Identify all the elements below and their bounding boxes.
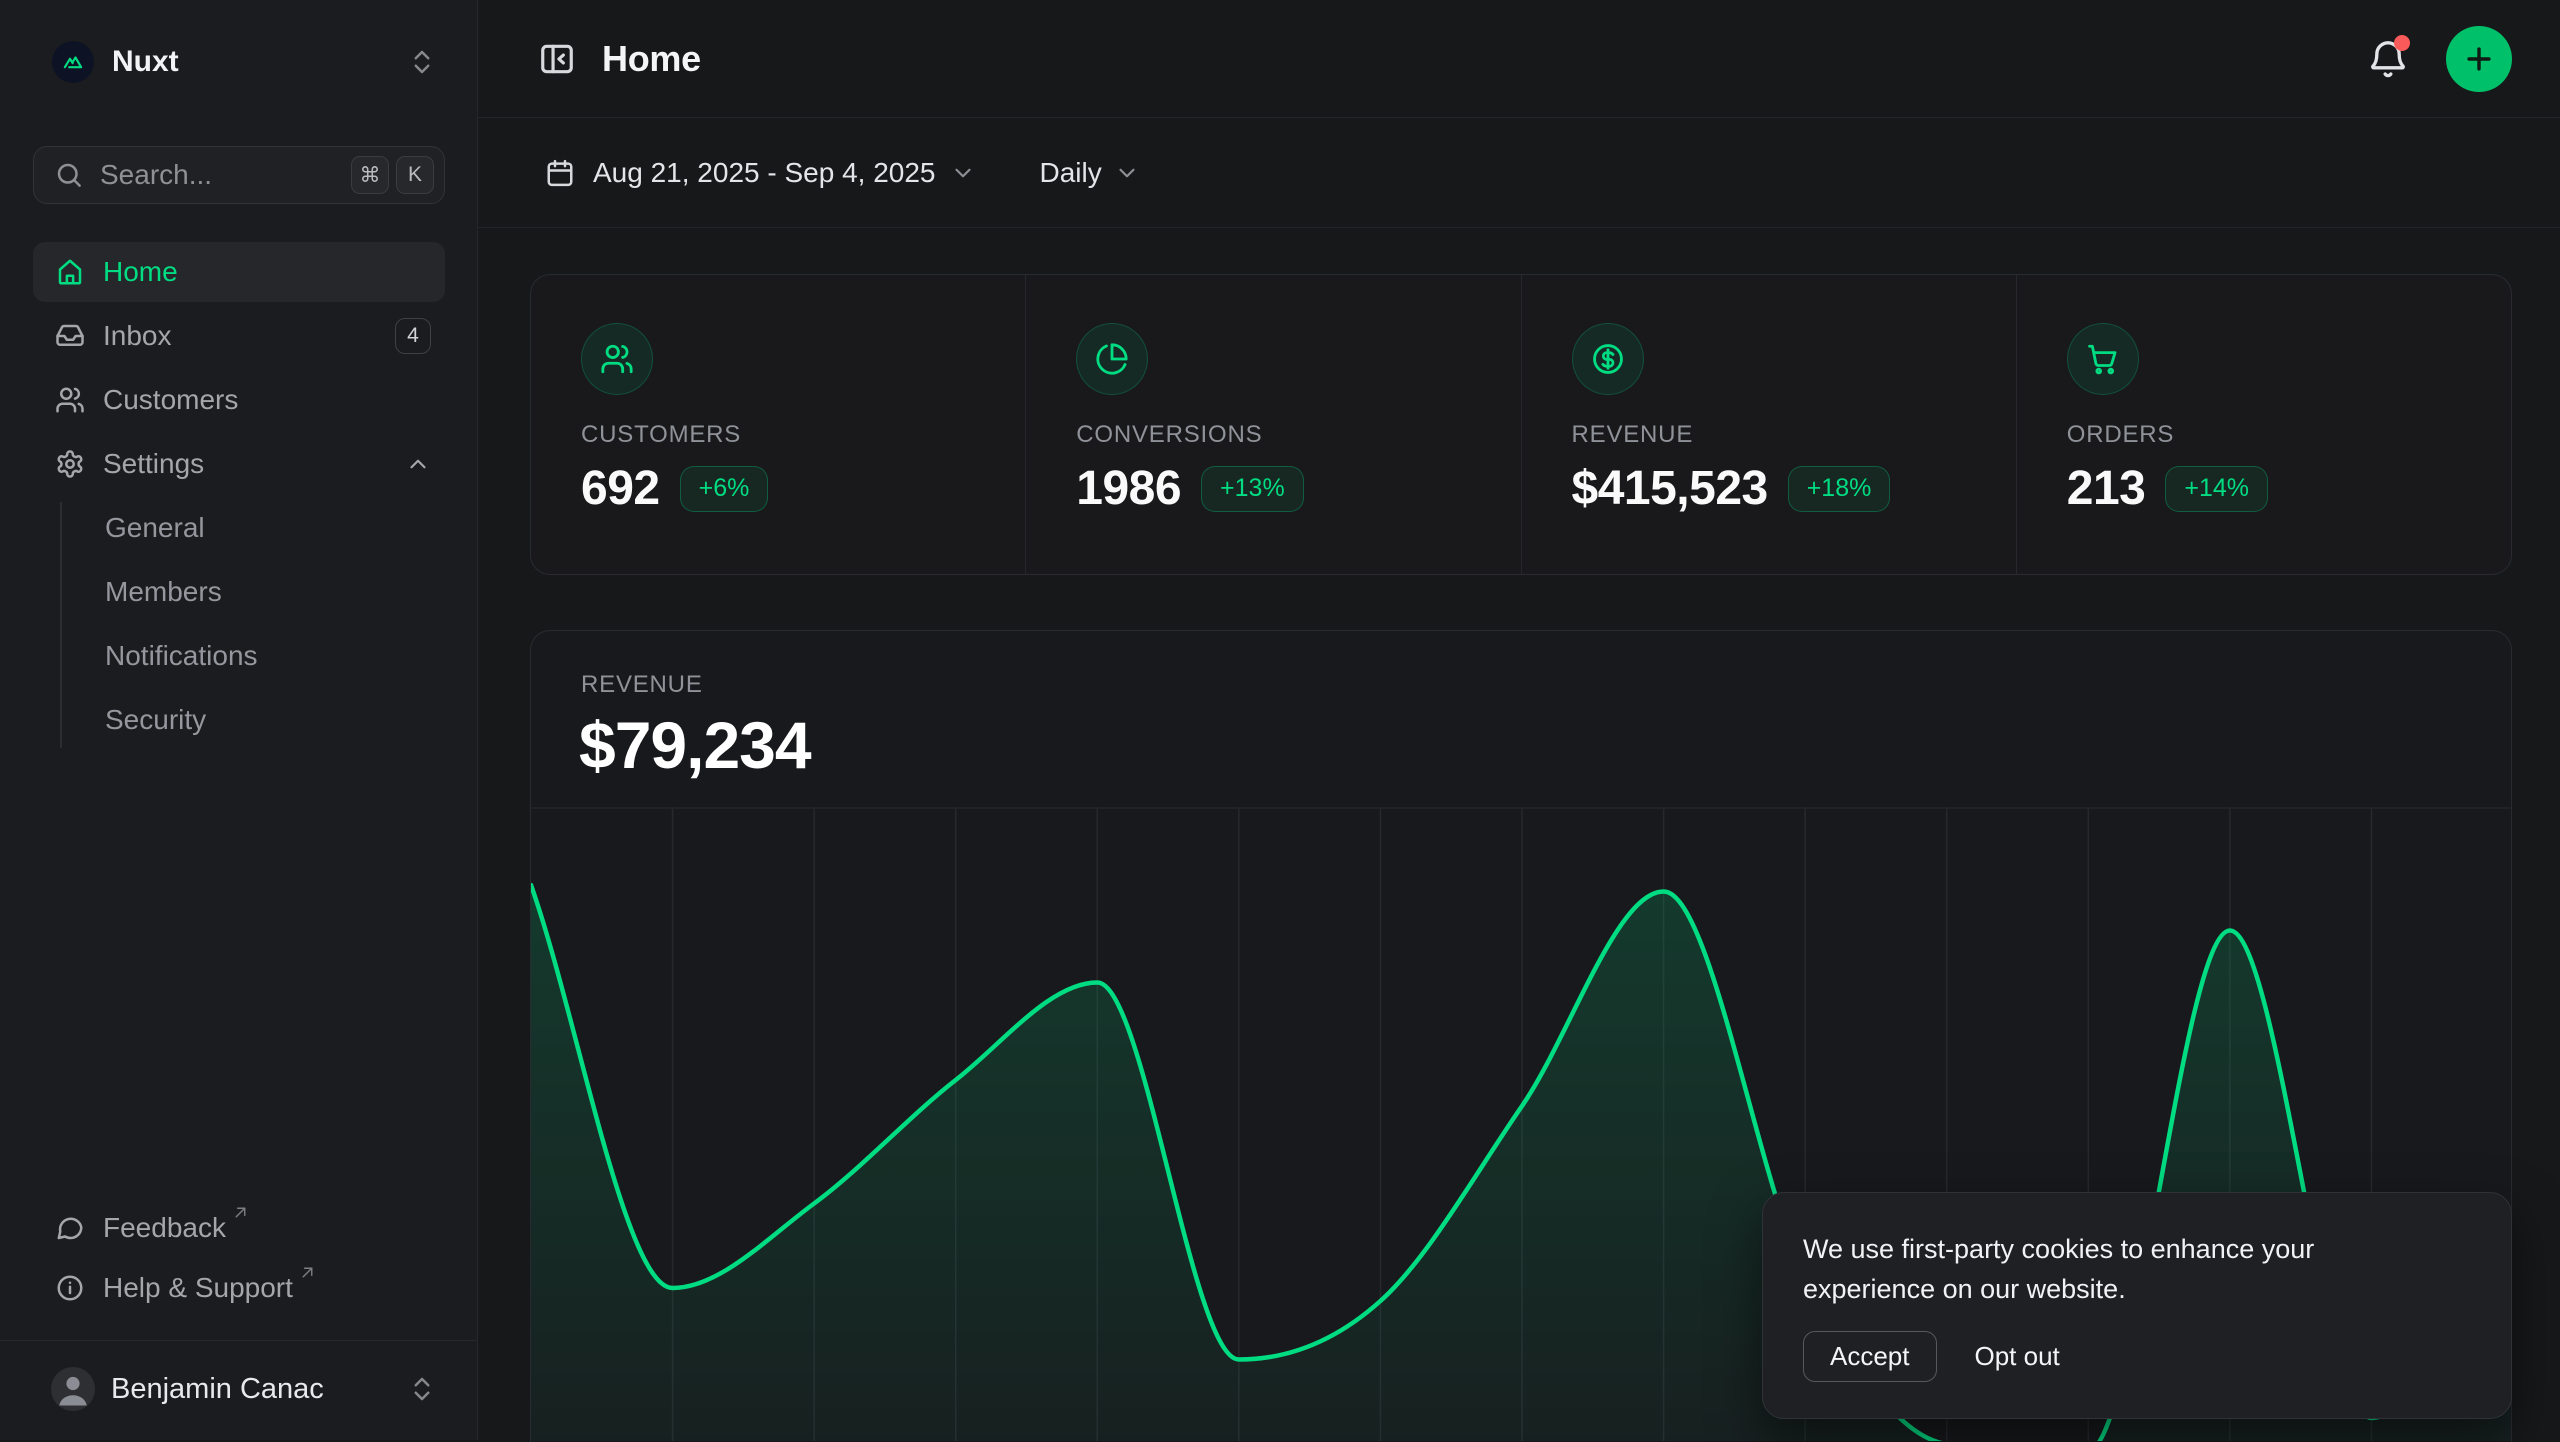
inbox-icon	[55, 321, 85, 351]
notifications-button[interactable]	[2368, 39, 2408, 79]
revenue-card-value: $79,234	[579, 707, 811, 783]
stat-value: 213	[2067, 461, 2146, 516]
sidebar-item-home[interactable]: Home	[33, 242, 445, 302]
cookie-optout-button[interactable]: Opt out	[1975, 1341, 2060, 1372]
stat-value: $415,523	[1572, 461, 1768, 516]
sidebar-item-feedback[interactable]: Feedback	[33, 1200, 445, 1258]
dollar-circle-icon	[1572, 323, 1644, 395]
notification-dot	[2394, 35, 2410, 51]
stat-revenue[interactable]: REVENUE $415,523 +18%	[1521, 275, 2016, 574]
gear-icon	[55, 449, 85, 479]
stat-label: ORDERS	[2067, 421, 2511, 449]
external-link-icon	[232, 1204, 249, 1221]
plus-icon	[2462, 42, 2496, 76]
kbd-cmd: ⌘	[351, 156, 389, 194]
calendar-icon	[545, 158, 575, 188]
chevron-down-icon	[1114, 160, 1140, 186]
settings-subtree-guide	[60, 502, 62, 748]
user-name: Benjamin Canac	[111, 1373, 324, 1406]
sidebar-item-general[interactable]: General	[105, 498, 445, 558]
kbd-k: K	[396, 156, 434, 194]
sidebar: Nuxt Search... ⌘ K Home Inbox 4 Customer…	[0, 0, 478, 1440]
panel-left-close-icon	[538, 40, 576, 78]
page-header: Home	[478, 0, 2560, 118]
sidebar-item-inbox[interactable]: Inbox 4	[33, 306, 445, 366]
chevrons-up-down-icon	[407, 47, 437, 77]
chevrons-up-down-icon	[407, 1374, 437, 1404]
cookie-message: We use first-party cookies to enhance yo…	[1803, 1229, 2383, 1309]
search-icon	[54, 160, 84, 190]
stat-label: REVENUE	[1572, 421, 2016, 449]
home-icon	[55, 257, 85, 287]
stat-conversions[interactable]: CONVERSIONS 1986 +13%	[1025, 275, 1520, 574]
sidebar-item-customers[interactable]: Customers	[33, 370, 445, 430]
stat-delta-badge: +14%	[2165, 466, 2268, 512]
search-shortcut: ⌘ K	[351, 156, 434, 194]
stat-label: CONVERSIONS	[1076, 421, 1520, 449]
info-circle-icon	[55, 1273, 85, 1303]
sidebar-item-notifications[interactable]: Notifications	[105, 626, 445, 686]
stat-value: 1986	[1076, 461, 1181, 516]
stat-customers[interactable]: CUSTOMERS 692 +6%	[531, 275, 1025, 574]
sidebar-item-settings[interactable]: Settings	[33, 434, 445, 494]
stat-delta-badge: +13%	[1201, 466, 1304, 512]
speech-bubble-icon	[55, 1213, 85, 1243]
avatar	[51, 1367, 95, 1411]
chevron-up-icon	[405, 451, 431, 477]
nuxt-logo-icon	[52, 41, 94, 83]
users-icon	[581, 323, 653, 395]
stat-delta-badge: +6%	[680, 466, 769, 512]
search-placeholder: Search...	[100, 159, 212, 191]
granularity-select[interactable]: Daily	[1040, 157, 1102, 189]
page-title: Home	[602, 38, 701, 80]
sidebar-footer-divider	[0, 1340, 477, 1341]
chevron-down-icon	[950, 160, 976, 186]
stat-label: CUSTOMERS	[581, 421, 1025, 449]
stat-value: 692	[581, 461, 660, 516]
external-link-icon	[299, 1264, 316, 1281]
shopping-cart-icon	[2067, 323, 2139, 395]
users-icon	[55, 385, 85, 415]
add-button[interactable]	[2446, 26, 2512, 92]
cookie-banner: We use first-party cookies to enhance yo…	[1762, 1192, 2512, 1419]
cookie-accept-button[interactable]: Accept	[1803, 1331, 1937, 1382]
pie-chart-icon	[1076, 323, 1148, 395]
search-input[interactable]: Search... ⌘ K	[33, 146, 445, 204]
user-menu[interactable]: Benjamin Canac	[33, 1356, 445, 1422]
revenue-card-label: REVENUE	[581, 671, 703, 699]
workspace-switcher[interactable]: Nuxt	[52, 40, 437, 84]
stat-delta-badge: +18%	[1788, 466, 1891, 512]
sidebar-item-security[interactable]: Security	[105, 690, 445, 750]
collapse-sidebar-button[interactable]	[538, 40, 576, 78]
sidebar-item-help-support[interactable]: Help & Support	[33, 1260, 445, 1318]
stats-summary-card: CUSTOMERS 692 +6% CONVERSIONS 1986 +13% …	[530, 274, 2512, 575]
workspace-name: Nuxt	[112, 45, 179, 79]
stat-orders[interactable]: ORDERS 213 +14%	[2016, 275, 2511, 574]
inbox-count-badge: 4	[395, 318, 431, 354]
filter-bar: Aug 21, 2025 - Sep 4, 2025 Daily	[478, 118, 2560, 228]
date-range-picker[interactable]: Aug 21, 2025 - Sep 4, 2025	[593, 157, 936, 189]
sidebar-item-members[interactable]: Members	[105, 562, 445, 622]
